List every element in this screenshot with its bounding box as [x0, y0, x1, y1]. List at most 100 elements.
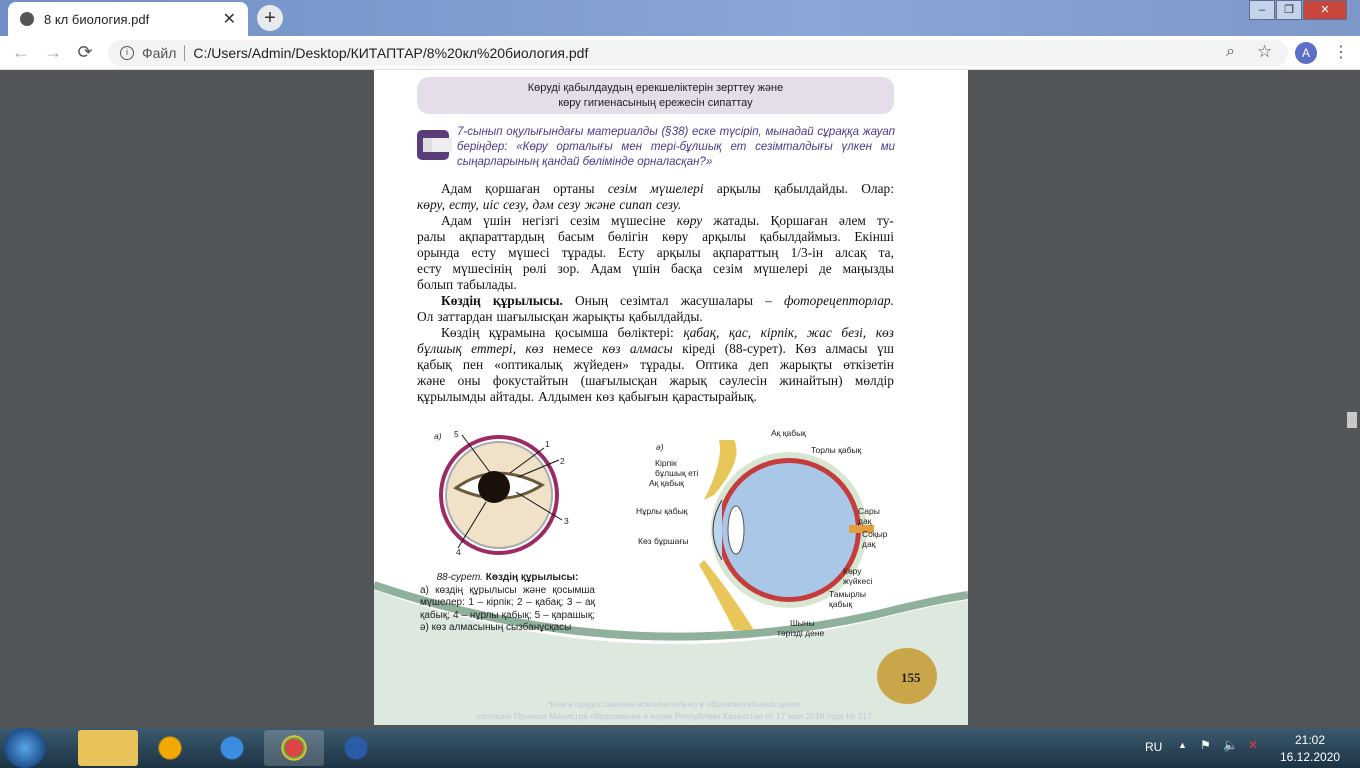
watermark-line: *Книга предоставлена исключительно в обр… — [547, 699, 801, 709]
tab-pdf[interactable]: 8 кл биология.pdf ✕ — [8, 2, 248, 36]
info-icon[interactable]: i — [120, 46, 134, 60]
volume-icon[interactable]: 🔈 — [1223, 738, 1238, 752]
word: көз — [875, 325, 894, 340]
word: қосымша — [554, 325, 609, 340]
word: жарықты — [779, 357, 833, 372]
taskbar: RU ▲ ⚑ 🔈 ✕ 21:02 16.12.2020 — [0, 728, 1360, 768]
word: Оның — [575, 293, 609, 308]
word: Есту — [618, 245, 645, 260]
word: арқылы — [702, 229, 746, 244]
word: де — [818, 261, 832, 276]
figure-88: а) 5 1 2 3 4 ә) Ақ қабық Торлы қабық Кір… — [374, 420, 968, 725]
new-tab-button[interactable]: + — [257, 5, 283, 31]
close-tab-icon[interactable]: ✕ — [223, 9, 236, 29]
word: мүшесінің — [452, 261, 512, 276]
word: көру — [661, 229, 689, 244]
network-icon[interactable]: ✕ — [1248, 738, 1258, 752]
language-indicator[interactable]: RU — [1145, 740, 1162, 754]
word: Адам — [441, 213, 472, 228]
watermark: *Книга предоставлена исключительно в обр… — [404, 698, 944, 722]
word: жас — [806, 325, 832, 340]
taskbar-aimp[interactable] — [140, 730, 200, 766]
divider — [184, 45, 186, 61]
word: (шағылысқан — [580, 373, 658, 388]
word: үшін — [632, 261, 661, 276]
word: немесе — [552, 341, 593, 356]
word: тұрады. — [640, 357, 685, 372]
word: және — [417, 373, 446, 388]
word: сезу — [557, 197, 581, 212]
word: көз — [525, 341, 544, 356]
tray-expand-icon[interactable]: ▲ — [1178, 740, 1187, 750]
vertical-scrollbar[interactable] — [1344, 70, 1360, 728]
menu-icon[interactable]: ⋮ — [1333, 42, 1349, 62]
word: алмасы — [825, 341, 868, 356]
clock-time[interactable]: 21:02 — [1295, 733, 1325, 747]
word: мөлдір — [854, 373, 894, 388]
word: кірпік, — [760, 325, 798, 340]
word: кіреді — [682, 341, 716, 356]
minimize-button[interactable]: – — [1249, 0, 1275, 20]
avatar[interactable]: A — [1295, 42, 1317, 64]
word: Қоршаған — [770, 213, 828, 228]
word: қабақ, — [683, 325, 720, 340]
marker-5: 5 — [454, 429, 459, 439]
fig-b-label: ә) — [656, 442, 664, 452]
word: маңызды — [842, 261, 894, 276]
word: сезімтал — [620, 293, 669, 308]
word: алмасы — [629, 341, 673, 356]
taskbar-explorer[interactable] — [78, 730, 138, 766]
reload-icon[interactable]: ⟳ — [74, 42, 96, 63]
marker-2: 2 — [560, 456, 565, 466]
tab-title: 8 кл биология.pdf — [44, 11, 150, 27]
eye-photo — [439, 434, 563, 555]
body-line: есту мүшесінің рөлі зор. Адам үшін басқа сезім м… — [417, 261, 894, 277]
word: ақпараттың — [712, 245, 779, 260]
address-bar[interactable]: i Файл C:/Users/Admin/Desktop/КИТАПТАР/8… — [108, 40, 1288, 66]
label-sclera: Ақ қабық — [771, 428, 806, 438]
back-icon[interactable]: ← — [10, 42, 32, 63]
taskbar-chrome[interactable] — [264, 730, 324, 766]
marker-3: 3 — [564, 516, 569, 526]
fig-a-label: а) — [434, 431, 442, 441]
body-line: болып табылады. — [417, 277, 894, 293]
star-icon[interactable]: ☆ — [1257, 42, 1272, 62]
caption-text: а) көздің құрылысы және қосымша мүшелер:… — [420, 584, 595, 634]
body-line: Көздің құрамына қосымша бөліктері: қабақ, қас… — [417, 325, 894, 341]
word: тұрады. — [561, 245, 607, 260]
label-ciliary: Кірпік — [655, 458, 677, 468]
taskbar-ie[interactable] — [202, 730, 262, 766]
word: «оптикалық — [494, 357, 563, 372]
word: сезу, — [503, 197, 529, 212]
word: сезім — [713, 261, 743, 276]
word: сипап — [619, 197, 653, 212]
close-window-button[interactable]: ✕ — [1303, 0, 1347, 20]
page-number: 155 — [901, 670, 921, 685]
word: жасушалары — [680, 293, 754, 308]
start-button[interactable] — [4, 728, 46, 768]
section-header: Көруді қабылдаудың ерекшеліктерін зертте… — [417, 77, 894, 114]
url-text[interactable]: C:/Users/Admin/Desktop/КИТАПТАР/8%20кл%2… — [193, 45, 588, 61]
word: қоршаған — [485, 181, 540, 196]
label-blind-spot-2: дақ — [862, 539, 876, 549]
label-vitreous: Шыны — [790, 618, 815, 628]
word: есту, — [449, 197, 479, 212]
zoom-icon[interactable]: ⌕ — [1226, 43, 1235, 61]
word: әлем — [838, 213, 866, 228]
label-choroid-2: қабық — [829, 599, 853, 609]
maximize-button[interactable]: ❐ — [1276, 0, 1302, 20]
scrollbar-thumb[interactable] — [1347, 412, 1357, 428]
word: иіс — [482, 197, 500, 212]
clock-date[interactable]: 16.12.2020 — [1280, 750, 1340, 764]
taskbar-word[interactable] — [326, 730, 386, 766]
word: сезу. — [656, 197, 682, 212]
word: қабылдайды. — [773, 181, 848, 196]
forward-icon[interactable]: → — [42, 42, 64, 63]
word: арқылы — [656, 245, 701, 260]
word: көз — [602, 341, 621, 356]
pdf-page: Көруді қабылдаудың ерекшеліктерін зертте… — [374, 70, 968, 725]
word: Оптика — [695, 357, 738, 372]
word: жарық — [669, 373, 707, 388]
word: үшін — [483, 213, 511, 228]
action-center-icon[interactable]: ⚑ — [1200, 738, 1211, 752]
